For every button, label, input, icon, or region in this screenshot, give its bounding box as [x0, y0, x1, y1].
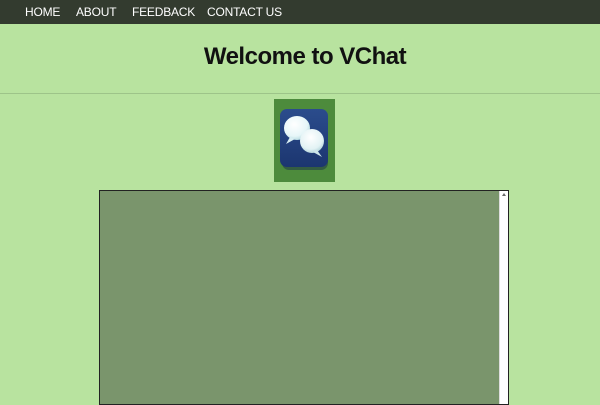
app-logo [274, 99, 335, 182]
scroll-up-arrow-icon[interactable] [502, 193, 506, 196]
nav-contact-us-link[interactable]: CONTACT US [207, 5, 282, 19]
chat-scrollbar[interactable] [499, 191, 508, 404]
page-title: Welcome to VChat [203, 43, 407, 70]
chat-bubbles-icon [280, 109, 328, 170]
nav-home-link[interactable]: HOME [25, 5, 60, 19]
nav-about-link[interactable]: ABOUT [76, 5, 117, 19]
page-header: Welcome to VChat [0, 24, 600, 94]
nav-feedback-link[interactable]: FEEDBACK [132, 5, 195, 19]
chat-message-area[interactable] [99, 190, 509, 405]
top-navbar: HOME ABOUT FEEDBACK CONTACT US [0, 0, 600, 24]
